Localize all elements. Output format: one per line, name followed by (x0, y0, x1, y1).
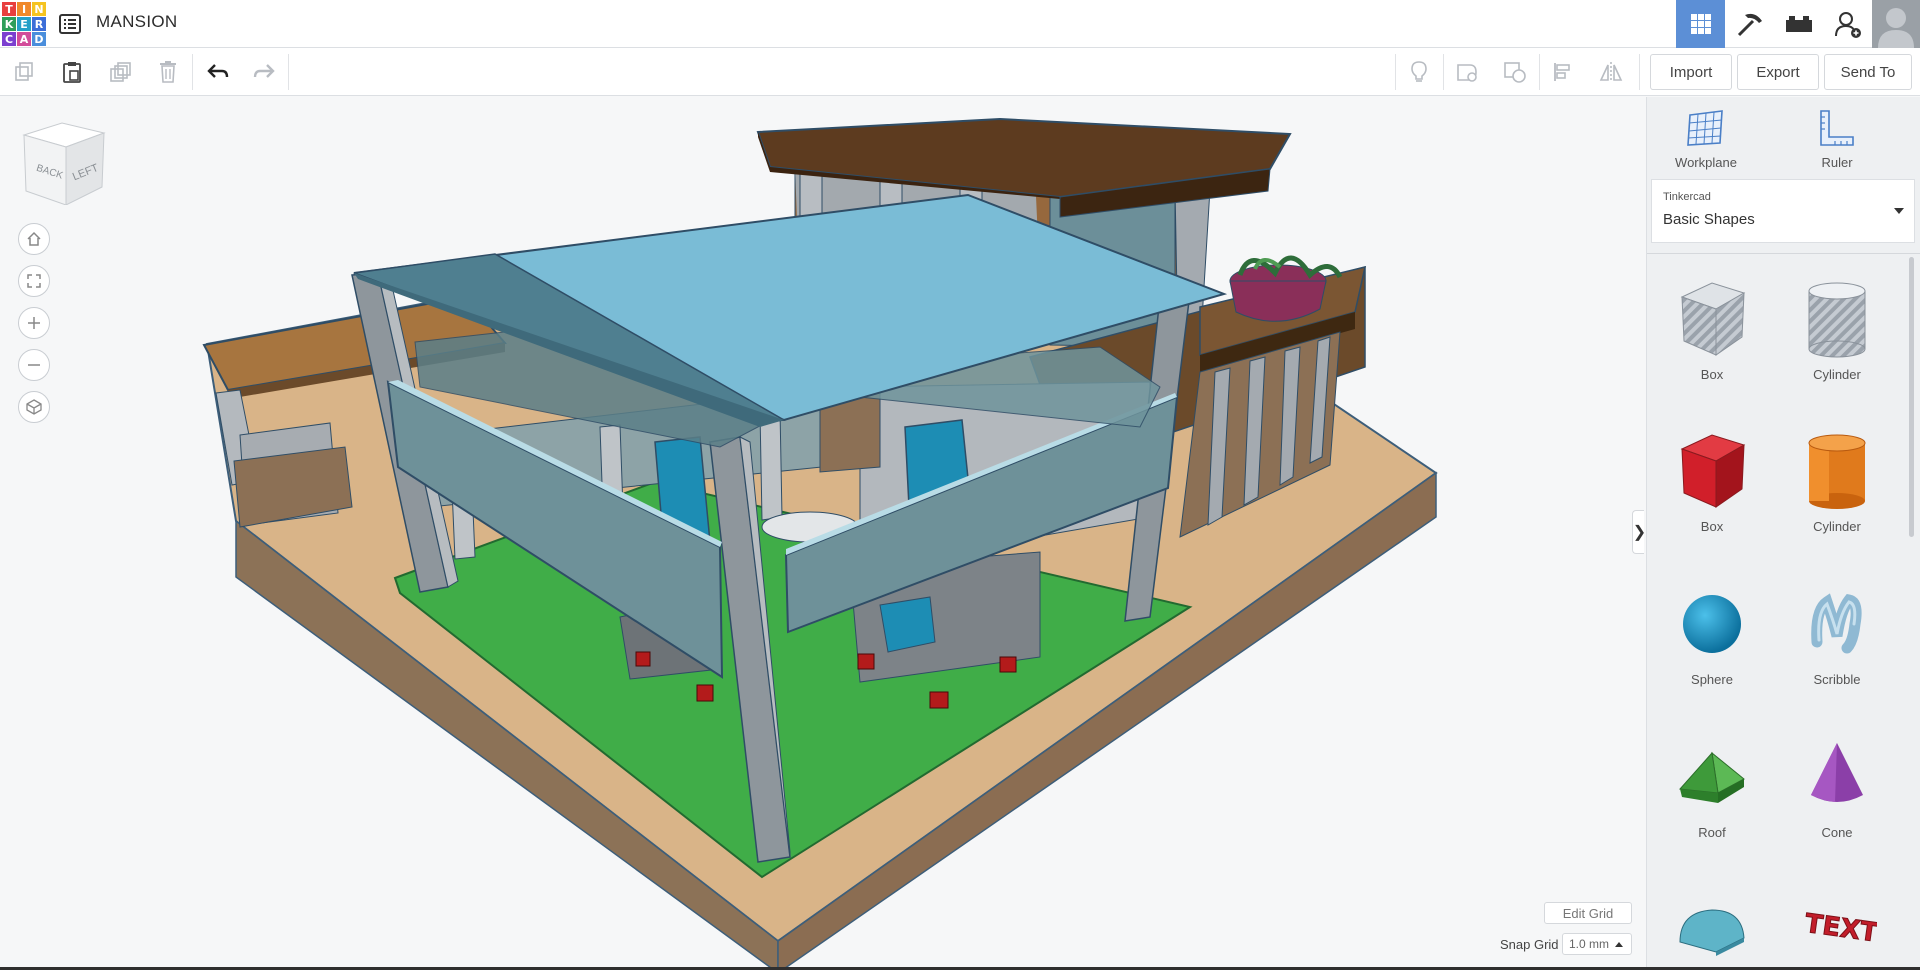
caret-up-icon (1615, 942, 1623, 947)
shape-label: Sphere (1691, 672, 1733, 687)
align-icon[interactable] (1539, 48, 1587, 96)
shape-label: Box (1700, 367, 1724, 382)
ruler-label: Ruler (1821, 155, 1853, 170)
avatar[interactable] (1872, 0, 1920, 48)
cone-icon (1811, 743, 1863, 802)
mirror-icon[interactable] (1587, 48, 1635, 96)
cylinder-icon (1808, 434, 1866, 509)
logo-letter: D (32, 32, 46, 46)
pickaxe-icon[interactable] (1725, 0, 1774, 48)
shapes-scrollbar[interactable] (1909, 257, 1914, 537)
top-bar: T I N K E R C A D MANSION (0, 0, 1920, 48)
shape-label: Cone (1821, 825, 1853, 840)
snap-grid-select[interactable]: 1.0 mm (1562, 933, 1632, 955)
scribble-icon (1811, 593, 1862, 654)
3d-view-icon[interactable] (1676, 0, 1725, 48)
copy-button[interactable] (0, 48, 48, 96)
shape-scribble[interactable]: Scribble (1782, 580, 1892, 704)
shape-round-roof[interactable] (1657, 886, 1767, 970)
sphere-icon (1683, 595, 1741, 653)
perspective-button[interactable] (18, 391, 50, 423)
text-shape-glyph: TEXT (1803, 909, 1877, 949)
perspective-cube-icon (26, 399, 42, 415)
shape-roof[interactable]: Roof (1657, 733, 1767, 857)
mansion-3d-model[interactable] (0, 97, 1644, 970)
workplane-tool[interactable]: Workplane (1651, 107, 1761, 183)
library-divider (1647, 253, 1920, 254)
minus-icon (28, 364, 40, 366)
shapes-panel: Workplane Ruler Tinkercad Basic Shapes B… (1646, 97, 1920, 970)
logo-letter: I (17, 2, 31, 16)
view-cube[interactable]: BACK LEFT (22, 121, 106, 206)
bricks-icon[interactable] (1774, 0, 1823, 48)
import-button[interactable]: Import (1650, 54, 1732, 90)
send-to-button[interactable]: Send To (1824, 54, 1912, 90)
shape-box[interactable]: Box (1657, 427, 1767, 551)
collapse-panel-button[interactable]: ❯ (1632, 510, 1644, 554)
shape-sphere[interactable]: Sphere (1657, 580, 1767, 704)
caret-down-icon (1894, 208, 1904, 214)
text-icon: TEXT (1802, 908, 1877, 949)
shape-text[interactable]: TEXT (1782, 886, 1892, 970)
logo-letter: A (17, 32, 31, 46)
hole-box-icon (1680, 282, 1746, 356)
library-source: Tinkercad (1663, 191, 1711, 203)
shape-cone[interactable]: Cone (1782, 733, 1892, 857)
group-icon[interactable] (1443, 48, 1491, 96)
ruler-icon (1820, 110, 1854, 146)
home-icon (27, 231, 41, 246)
roof-icon (1678, 751, 1745, 803)
shape-label: Scribble (1813, 672, 1861, 687)
design-list-icon[interactable] (58, 12, 82, 36)
zoom-in-button[interactable] (18, 307, 50, 339)
export-button[interactable]: Export (1737, 54, 1819, 90)
workplane-icon (1687, 110, 1723, 146)
paste-button[interactable] (48, 48, 96, 96)
delete-button[interactable] (144, 48, 192, 96)
edit-grid-button[interactable]: Edit Grid (1544, 902, 1632, 924)
project-title[interactable]: MANSION (96, 12, 177, 32)
workplane-viewport[interactable]: BACK LEFT Edit Grid Snap Grid 1.0 mm ❯ (0, 97, 1644, 970)
shape-label: Box (1700, 519, 1724, 534)
shape-label: Cylinder (1813, 367, 1861, 382)
ungroup-icon[interactable] (1491, 48, 1539, 96)
shape-cylinder[interactable]: Cylinder (1782, 427, 1892, 551)
shape-label: Roof (1698, 825, 1726, 840)
plus-icon (28, 317, 40, 329)
library-name: Basic Shapes (1663, 211, 1755, 228)
undo-button[interactable] (194, 48, 242, 96)
shape-label: Cylinder (1813, 519, 1861, 534)
logo-letter: E (17, 17, 31, 31)
box-icon (1680, 434, 1746, 508)
snap-grid-label: Snap Grid (1500, 937, 1559, 952)
round-roof-icon (1679, 909, 1745, 956)
home-view-button[interactable] (18, 223, 50, 255)
duplicate-button[interactable] (96, 48, 144, 96)
shape-library-select[interactable]: Tinkercad Basic Shapes (1651, 179, 1915, 243)
hole-cylinder-icon (1808, 282, 1866, 358)
logo-letter: N (32, 2, 46, 16)
logo-letter: R (32, 17, 46, 31)
logo-letter: C (2, 32, 16, 46)
toolbar-divider (1639, 54, 1640, 90)
redo-button[interactable] (240, 48, 288, 96)
toolbar-divider (192, 54, 193, 90)
lightbulb-icon[interactable] (1395, 48, 1443, 96)
logo-letter: T (2, 2, 16, 16)
fit-view-icon (27, 274, 41, 288)
tinkercad-logo[interactable]: T I N K E R C A D (2, 2, 46, 46)
toolbar-divider (288, 54, 289, 90)
chevron-right-icon: ❯ (1633, 522, 1644, 542)
workplane-label: Workplane (1675, 155, 1737, 170)
fit-view-button[interactable] (18, 265, 50, 297)
top-right-controls (1676, 0, 1920, 48)
shape-hole-box[interactable]: Box (1657, 275, 1767, 399)
ruler-tool[interactable]: Ruler (1782, 107, 1892, 183)
shape-hole-cylinder[interactable]: Cylinder (1782, 275, 1892, 399)
edit-toolbar: Import Export Send To (0, 48, 1920, 96)
logo-letter: K (2, 17, 16, 31)
snap-grid-value: 1.0 mm (1569, 937, 1610, 951)
add-user-icon[interactable] (1823, 0, 1872, 48)
zoom-out-button[interactable] (18, 349, 50, 381)
